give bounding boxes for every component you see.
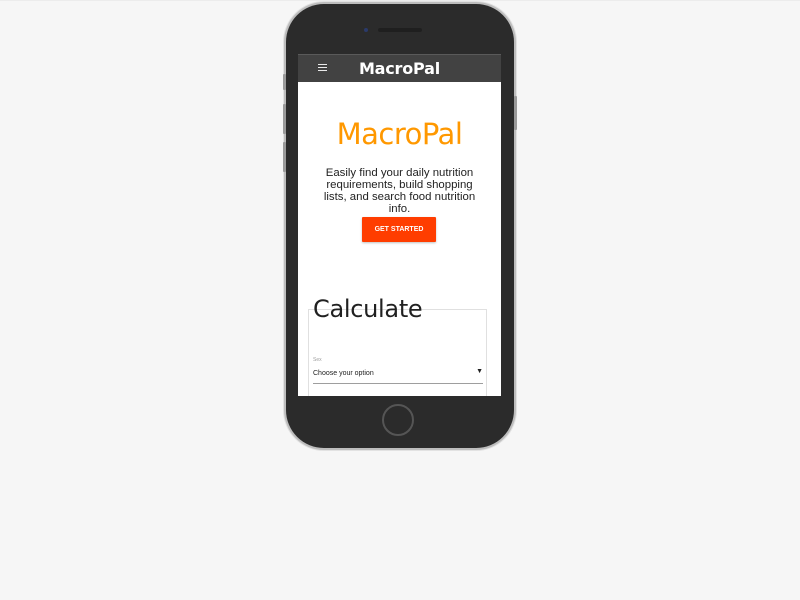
phone-device-frame: MacroPal MacroPal Easily find your daily…: [283, 4, 517, 448]
top-divider: [0, 0, 800, 1]
sex-field-label: Sex: [313, 357, 322, 363]
phone-volume-down-button: [283, 142, 286, 172]
phone-silent-switch: [283, 74, 286, 90]
page-background: MacroPal MacroPal Easily find your daily…: [0, 0, 800, 600]
phone-power-button: [514, 96, 517, 130]
get-started-button[interactable]: GET STARTED: [362, 217, 436, 242]
calculate-title: Calculate: [313, 295, 423, 323]
chevron-down-icon: ▼: [476, 368, 483, 375]
top-navbar: MacroPal: [298, 54, 501, 82]
front-camera-icon: [364, 28, 368, 32]
phone-screen: MacroPal MacroPal Easily find your daily…: [298, 54, 501, 396]
hero-title: MacroPal: [336, 117, 463, 151]
phone-volume-up-button: [283, 104, 286, 134]
earpiece-speaker: [378, 28, 422, 32]
home-button[interactable]: [382, 404, 414, 436]
hero-description: Easily find your daily nutrition require…: [323, 167, 476, 215]
sex-select-value: Choose your option: [313, 370, 374, 377]
navbar-brand[interactable]: MacroPal: [298, 59, 501, 78]
sex-select[interactable]: Choose your option ▼: [313, 366, 483, 384]
